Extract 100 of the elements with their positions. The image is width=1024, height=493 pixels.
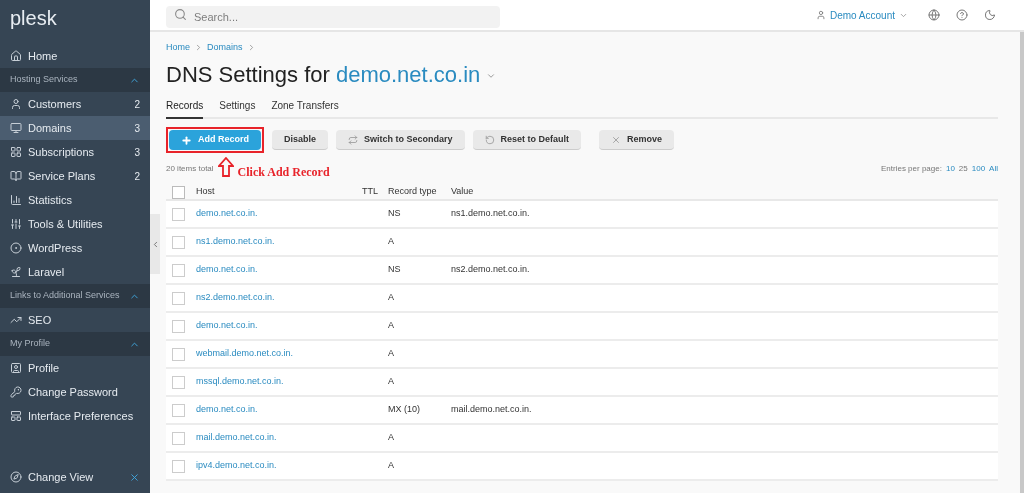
row-checkbox[interactable] — [172, 431, 185, 445]
help-icon[interactable] — [956, 9, 968, 21]
sidebar-item[interactable]: Service Plans 2 — [0, 164, 150, 188]
person-icon — [10, 98, 22, 110]
change-view-item[interactable]: Change View — [0, 465, 150, 489]
sidebar-section-header[interactable]: Hosting Services — [0, 68, 150, 92]
arrow-up-icon — [217, 157, 234, 177]
record-value: mail.demo.net.co.in. — [451, 403, 532, 417]
sidebar-item[interactable]: Home — [0, 44, 150, 68]
row-checkbox[interactable] — [172, 347, 185, 361]
row-checkbox[interactable] — [172, 319, 185, 333]
entries-label: Entries per page: — [881, 163, 942, 175]
record-type: A — [388, 235, 395, 249]
sidebar-item[interactable]: Customers 2 — [0, 92, 150, 116]
globe-icon[interactable] — [928, 9, 940, 21]
record-type: NS — [388, 207, 402, 221]
trend-chart-icon — [10, 314, 22, 326]
page-size-link[interactable]: 100 — [971, 163, 986, 175]
record-type: A — [388, 347, 395, 361]
chevron-right-icon — [194, 43, 203, 53]
host-link[interactable]: demo.net.co.in. — [196, 319, 388, 333]
person-card-icon — [10, 362, 22, 374]
tab[interactable]: Records — [166, 98, 204, 119]
record-type: A — [388, 319, 395, 333]
page-size-link[interactable]: All — [989, 163, 998, 175]
row-checkbox[interactable] — [172, 375, 185, 389]
row-checkbox[interactable] — [172, 459, 185, 473]
reset-icon — [484, 134, 495, 145]
row-checkbox[interactable] — [172, 403, 185, 417]
host-link[interactable]: webmail.demo.net.co.in. — [196, 347, 388, 361]
book-icon — [10, 170, 22, 182]
sidebar-item[interactable]: Change Password — [0, 380, 150, 404]
sidebar-item[interactable]: Domains 3 — [0, 116, 150, 140]
record-type: A — [388, 291, 395, 305]
breadcrumb-link[interactable]: Domains — [207, 41, 243, 55]
sidebar-section-header[interactable]: Links to Additional Services — [0, 284, 150, 308]
layout-icon — [10, 410, 22, 422]
page-size-link[interactable]: 10 — [945, 163, 955, 175]
select-all-checkbox[interactable] — [172, 185, 185, 199]
sliders-icon — [10, 218, 22, 230]
moon-icon[interactable] — [984, 9, 996, 21]
sidebar-item[interactable]: Statistics — [0, 188, 150, 212]
record-type: A — [388, 431, 395, 445]
row-checkbox[interactable] — [172, 235, 185, 249]
page-size-link[interactable]: 25 — [958, 163, 968, 175]
record-value: ns1.demo.net.co.in. — [451, 207, 530, 221]
row-checkbox[interactable] — [172, 291, 185, 305]
tab[interactable]: Settings — [219, 98, 256, 119]
host-link[interactable]: demo.net.co.in. — [196, 403, 388, 417]
record-type: A — [388, 459, 395, 473]
switch-icon — [348, 134, 359, 145]
annotation-label: Click Add Record — [237, 164, 330, 181]
host-link[interactable]: ipv4.demo.net.co.in. — [196, 459, 388, 473]
sidebar-item[interactable]: Profile — [0, 356, 150, 380]
record-type: MX (10) — [388, 403, 421, 417]
key-icon — [10, 386, 22, 398]
column-header: Value — [451, 185, 474, 199]
host-link[interactable]: mail.demo.net.co.in. — [196, 431, 388, 445]
sidebar-item[interactable]: Laravel — [0, 260, 150, 284]
sidebar-section-header[interactable]: My Profile — [0, 332, 150, 356]
sidebar-item[interactable]: Subscriptions 3 — [0, 140, 150, 164]
tab[interactable]: Zone Transfers — [271, 98, 339, 119]
host-link[interactable]: ns2.demo.net.co.in. — [196, 291, 388, 305]
search-field[interactable]: Search... — [166, 6, 500, 28]
account-menu[interactable]: Demo Account — [815, 7, 908, 23]
circle-icon — [10, 242, 22, 254]
row-checkbox[interactable] — [172, 207, 185, 221]
plus-icon — [181, 134, 192, 146]
breadcrumb-link[interactable]: Home — [166, 41, 190, 55]
host-link[interactable]: mssql.demo.net.co.in. — [196, 375, 388, 389]
logo: plesk — [9, 6, 58, 31]
items-total: 20 items total — [166, 163, 214, 175]
close-icon[interactable] — [129, 471, 140, 483]
toolbar-button[interactable]: Disable — [272, 130, 329, 150]
monitor-icon — [10, 122, 22, 134]
scrollbar[interactable] — [1020, 32, 1024, 493]
compass-icon — [10, 471, 22, 483]
column-header: Record type — [388, 185, 438, 199]
column-header: Host — [196, 185, 216, 199]
collapse-handle[interactable] — [150, 214, 160, 274]
host-link[interactable]: demo.net.co.in. — [196, 263, 388, 277]
host-link[interactable]: demo.net.co.in. — [196, 207, 388, 221]
toolbar-button[interactable]: Reset to Default — [472, 130, 582, 150]
toolbar-button[interactable]: Remove — [599, 130, 675, 150]
sidebar-item[interactable]: SEO — [0, 308, 150, 332]
row-checkbox[interactable] — [172, 263, 185, 277]
page-title: DNS Settings for demo.net.co.in — [166, 60, 998, 88]
count: 2 — [134, 169, 140, 184]
sidebar-item[interactable]: Interface Preferences — [0, 404, 150, 428]
count: 2 — [134, 97, 140, 112]
host-link[interactable]: ns1.demo.net.co.in. — [196, 235, 388, 249]
search-icon — [174, 8, 187, 21]
toolbar-button[interactable]: Switch to Secondary — [336, 130, 465, 150]
record-type: NS — [388, 263, 402, 277]
column-header: TTL — [362, 185, 379, 199]
home-icon — [10, 50, 22, 62]
sidebar-item[interactable]: Tools & Utilities — [0, 212, 150, 236]
sidebar-item[interactable]: WordPress — [0, 236, 150, 260]
cross-icon — [611, 134, 622, 145]
record-type: A — [388, 375, 395, 389]
